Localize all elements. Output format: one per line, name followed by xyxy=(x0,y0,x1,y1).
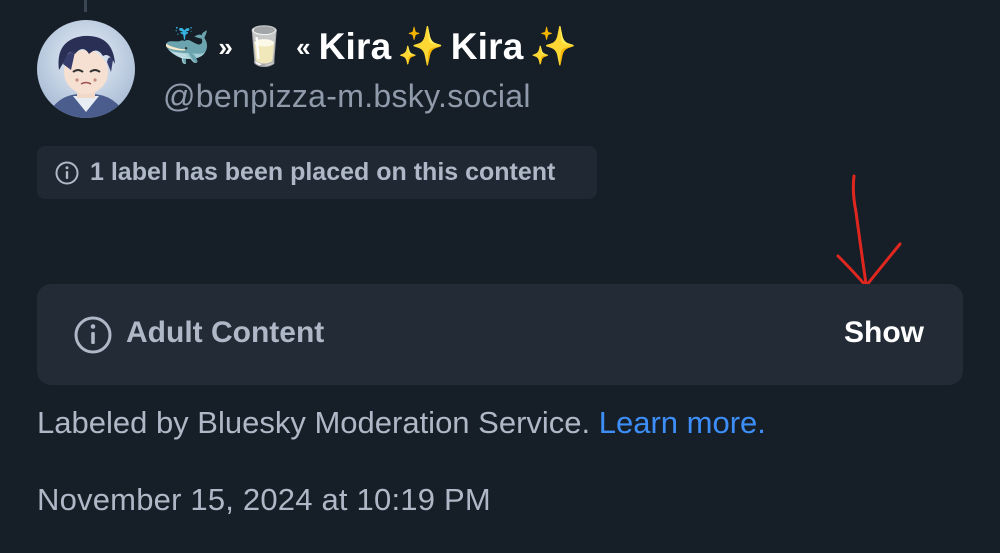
display-name-word-2: Kira xyxy=(450,26,524,67)
display-name-close-guillemet: « xyxy=(296,31,311,62)
show-content-button[interactable]: Show xyxy=(844,316,924,350)
whale-emoji: 🐳 xyxy=(163,26,211,68)
avatar[interactable] xyxy=(37,20,135,118)
thread-connector-line xyxy=(84,0,87,12)
milk-glass-emoji: 🥛 xyxy=(240,26,289,68)
label-notice-text: 1 label has been placed on this content xyxy=(90,158,556,186)
display-name-open-guillemet: » xyxy=(218,31,233,62)
labeled-by-text: Labeled by Bluesky Moderation Service. xyxy=(37,405,599,440)
info-circle-icon xyxy=(74,316,112,354)
author-handle[interactable]: @benpizza-m.bsky.social xyxy=(163,78,531,115)
display-name-word-1: Kira xyxy=(318,26,392,67)
post-timestamp: November 15, 2024 at 10:19 PM xyxy=(37,482,491,517)
red-arrow-annotation xyxy=(836,174,902,288)
avatar-image xyxy=(37,20,135,118)
info-circle-icon xyxy=(55,161,79,184)
label-notice-pill[interactable]: 1 label has been placed on this content xyxy=(37,146,597,199)
sparkles-emoji-2: ✨ xyxy=(529,26,577,68)
labeled-by-notice: Labeled by Bluesky Moderation Service. L… xyxy=(37,405,766,441)
learn-more-link[interactable]: Learn more. xyxy=(599,405,766,440)
author-display-name[interactable]: 🐳 » 🥛 « Kira ✨ Kira ✨ xyxy=(163,22,577,72)
content-warning-box[interactable]: Adult Content Show xyxy=(37,284,963,385)
sparkles-emoji-1: ✨ xyxy=(397,26,445,68)
content-warning-title: Adult Content xyxy=(126,316,325,349)
post-detail: 🐳 » 🥛 « Kira ✨ Kira ✨ @benpizza-m.bsky.s… xyxy=(0,0,1000,553)
